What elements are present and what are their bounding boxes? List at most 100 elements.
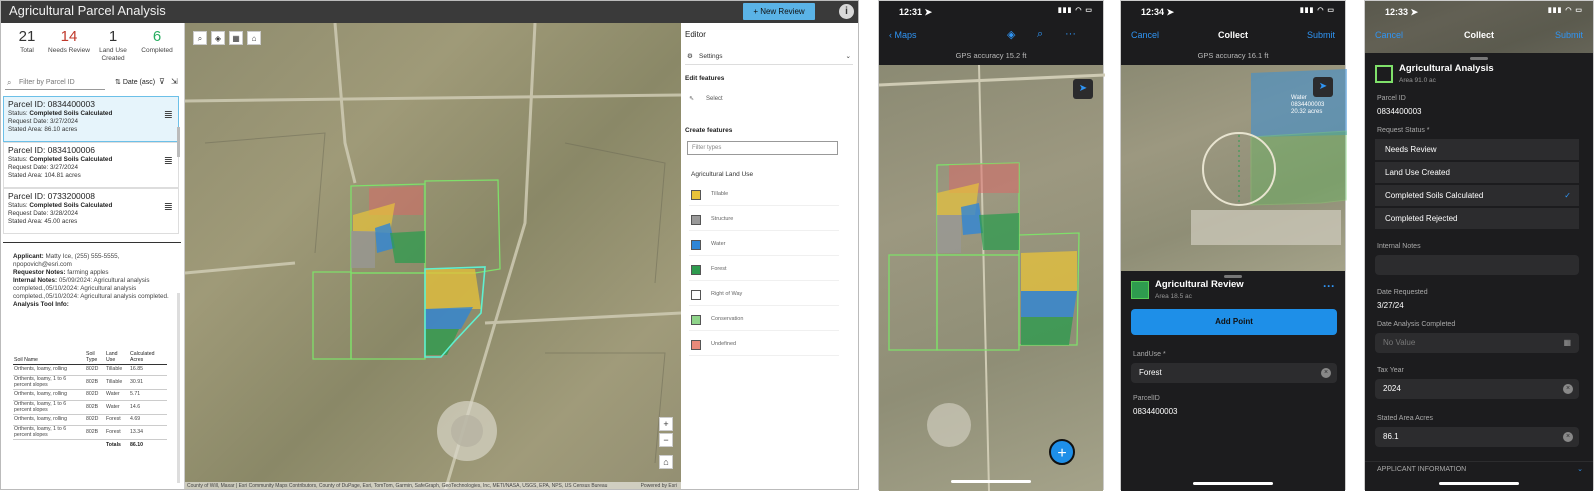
list-scrollbar[interactable] [177,127,180,157]
clear-icon[interactable]: × [1321,368,1331,378]
gps-accuracy: GPS accuracy 16.1 ft [1197,51,1269,60]
stat-count: 21 [18,28,36,45]
filter-placeholder: Filter by Parcel ID [19,79,75,86]
submit-button[interactable]: Submit [1555,30,1583,40]
list-item[interactable]: Parcel ID: 0834400003 Status: Completed … [3,96,179,142]
sheet-grabber[interactable] [1224,275,1242,278]
gear-icon: ⚙ [687,53,693,60]
location-arrow-icon[interactable]: ➤ [1073,79,1093,99]
list-item[interactable]: Parcel ID: 0834100006 Status: Completed … [3,142,179,188]
location-arrow-icon[interactable]: ➤ [1313,77,1333,97]
clock-time: 12:33 [1385,7,1409,17]
zoom-in-button[interactable]: + [659,417,673,431]
stated-area-field[interactable]: 86.1 × [1375,427,1579,447]
stat-total[interactable]: 21 Total [5,29,49,55]
map-view[interactable]: ➤ [879,65,1105,491]
layers-icon[interactable]: ◈ [211,31,225,45]
signal-icons: ▮▮▮ ◠ ▭ [1299,7,1335,14]
tax-year-field[interactable]: 2024 × [1375,379,1579,399]
stat-land-use-created[interactable]: 1 Land Use Created [91,29,135,62]
feature-type-label: Forest [711,266,727,272]
grid-icon[interactable]: ▦ [229,31,243,45]
stat-completed[interactable]: 6 Completed [135,29,179,55]
status-option[interactable]: Needs Review [1375,139,1579,161]
calendar-icon[interactable]: ▦ [1563,333,1571,353]
export-icon[interactable]: ⇲ [171,77,178,86]
feature-type-item[interactable]: Forest [689,258,839,281]
parcel-id-value: 0834400003 [1377,107,1422,116]
map-canvas [185,23,681,489]
feature-type-item[interactable]: Structure [689,208,839,231]
map-view[interactable]: Water 0834400003 20.32 acres ➤ [1121,65,1347,271]
feature-swatch-icon [691,240,701,250]
table-cell: Forest [105,414,129,426]
signal-icons: ▮▮▮ ◠ ▭ [1057,7,1093,14]
sheet-grabber[interactable] [1470,57,1488,60]
table-cell: 14.6 [129,400,167,415]
analysis-tool-label: Analysis Tool Info: [13,301,69,308]
feature-type-item[interactable]: Conservation [689,308,839,331]
clear-icon[interactable]: × [1563,384,1573,394]
filter-icon[interactable]: ⊽ [159,77,165,86]
feature-type-item[interactable]: Water [689,233,839,256]
status-option[interactable]: Completed Rejected [1375,208,1579,230]
status-option-selected[interactable]: Completed Soils Calculated ✓ [1375,185,1579,207]
column-header: Land Use [105,350,129,365]
stat-count: 6 [152,28,162,45]
feature-type-item[interactable]: Tillable [689,183,839,206]
feature-type-item[interactable]: Right of Way [689,283,839,306]
zoom-out-button[interactable]: − [659,433,673,447]
back-button[interactable]: ‹ Maps [889,30,917,40]
feature-swatch-icon [691,290,701,300]
parcel-filter-input[interactable]: ⌕ Filter by Parcel ID [5,76,105,90]
share-icon[interactable]: ⌂ [247,31,261,45]
totals-row: Totals 86.10 [13,440,167,451]
parcel-id: Parcel ID: 0733200008 [8,191,95,201]
date-completed-field[interactable]: No Value ▦ [1375,333,1579,353]
info-icon[interactable]: i [839,4,854,19]
list-item[interactable]: Parcel ID: 0733200008 Status: Completed … [3,188,179,234]
feature-type-label: Water [711,241,726,247]
report-icon[interactable]: ≣ [164,110,173,121]
stat-needs-review[interactable]: 14 Needs Review [47,29,91,55]
applicant-section-header[interactable]: APPLICANT INFORMATION ⌄ [1365,461,1593,477]
status-option[interactable]: Land Use Created [1375,162,1579,184]
submit-button[interactable]: Submit [1307,30,1335,40]
layers-icon[interactable]: ◈ [1007,28,1015,41]
table-cell: 16.85 [129,364,167,376]
report-icon[interactable]: ≣ [164,156,173,167]
feature-type-item[interactable]: Undefined [689,333,839,356]
parcel-list: Parcel ID: 0834400003 Status: Completed … [3,96,179,234]
date-completed-label: Date Analysis Completed [1377,321,1456,328]
signal-icons: ▮▮▮ ◠ ▭ [1547,7,1583,14]
report-icon[interactable]: ≣ [164,202,173,213]
clock: 12:34 ➤ [1141,7,1175,17]
home-icon[interactable]: ⌂ [659,455,673,469]
feature-type-label: Right of Way [711,291,743,297]
add-point-button[interactable]: Add Point [1131,309,1337,335]
details-scrollbar[interactable] [177,293,180,483]
select-tool[interactable]: ⇖ Select [689,95,723,102]
more-icon[interactable]: ··· [1065,28,1076,40]
settings-dropdown[interactable]: ⚙ Settings ⌄ [685,51,853,65]
notes-label: Requestor Notes: [13,269,66,276]
parcel-swatch-icon [1375,65,1393,83]
landuse-field[interactable]: Forest × [1131,363,1337,383]
add-feature-button[interactable]: + [1049,439,1075,465]
chevron-down-icon: ⌄ [845,53,851,60]
internal-notes-field[interactable] [1375,255,1579,275]
search-icon[interactable]: ⌕ [1037,28,1043,41]
more-options-icon[interactable]: ··· [1323,279,1335,293]
feature-area: Area 91.0 ac [1399,77,1436,84]
filter-types-input[interactable]: Filter types [687,141,838,155]
sort-button[interactable]: ⇅ Date (asc) [115,78,155,86]
clear-icon[interactable]: × [1563,432,1573,442]
app-header: Agricultural Parcel Analysis + New Revie… [1,1,858,23]
stated-area: Stated Area: 104.81 acres [8,172,81,179]
stat-count: 14 [60,28,78,45]
search-icon[interactable]: ⌕ [193,31,207,45]
feature-type-label: Tillable [711,191,729,197]
map-view[interactable]: ⌕ ◈ ▦ ⌂ + − ⌂ County of Will, Maxar | Es… [185,23,681,489]
table-cell: Orthents, loamy, 1 to 6 percent slopes [13,400,85,415]
new-review-button[interactable]: + New Review [743,3,815,20]
